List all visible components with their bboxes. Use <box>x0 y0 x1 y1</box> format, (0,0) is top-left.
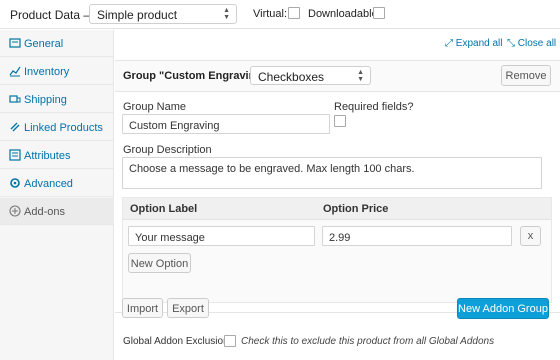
close-all-label: Close all <box>517 38 557 49</box>
product-data-title: Product Data — <box>10 8 96 22</box>
sidebar-item-linked-products[interactable]: Linked Products <box>0 114 114 141</box>
addons-panel: ⤢ Expand all ⤡ Close all Group "Custom E… <box>115 30 560 360</box>
sidebar-item-label: Shipping <box>24 94 67 106</box>
sidebar-item-attributes[interactable]: Attributes <box>0 142 114 169</box>
group-type-select[interactable]: Checkboxes ▲ ▼ <box>250 66 371 85</box>
inventory-icon <box>9 65 21 77</box>
sidebar-item-label: Add-ons <box>24 206 65 218</box>
expand-icon: ⤢ <box>445 38 453 49</box>
group-name-label: Group Name <box>123 101 186 113</box>
option-price-header: Option Price <box>323 203 389 215</box>
downloadable-checkbox[interactable] <box>373 7 385 19</box>
import-label: Import <box>126 303 159 315</box>
wrench-icon <box>9 37 21 49</box>
group-description-textarea[interactable]: Choose a message to be engraved. Max len… <box>122 157 542 189</box>
product-data-header: Product Data — Simple product ▲ ▼ Virtual… <box>0 0 560 29</box>
sidebar-item-inventory[interactable]: Inventory <box>0 58 114 85</box>
group-description-value: Choose a message to be engraved. Max len… <box>129 163 415 175</box>
group-name-input[interactable]: Custom Engraving <box>122 114 330 134</box>
group-type-value: Checkboxes <box>258 70 325 84</box>
new-option-button[interactable]: New Option <box>128 253 191 273</box>
addon-group-header[interactable]: Group "Custom Engraving" — Checkboxes ▲ ▼… <box>115 61 560 92</box>
sidebar-item-label: Inventory <box>24 66 70 78</box>
options-table-header: Option Label Option Price <box>123 198 551 220</box>
expand-all-link[interactable]: ⤢ Expand all <box>445 38 502 49</box>
options-table: Option Label Option Price Your message 2… <box>122 197 552 303</box>
required-fields-label: Required fields? <box>334 101 414 113</box>
option-label-header: Option Label <box>130 203 198 215</box>
required-fields-checkbox[interactable] <box>334 115 346 127</box>
truck-icon <box>9 93 21 105</box>
list-icon <box>9 149 21 161</box>
close-all-link[interactable]: ⤡ Close all <box>507 38 556 49</box>
new-option-label: New Option <box>130 258 189 270</box>
option-label-input[interactable]: Your message <box>128 226 315 246</box>
sidebar-item-label: General <box>24 38 64 50</box>
gear-icon <box>9 177 21 189</box>
sidebar-item-shipping[interactable]: Shipping <box>0 86 114 113</box>
plus-circle-icon <box>9 205 21 217</box>
product-type-select[interactable]: Simple product ▲ ▼ <box>89 4 237 24</box>
export-label: Export <box>172 303 204 315</box>
sidebar-item-label: Advanced <box>24 178 73 190</box>
remove-group-label: Remove <box>505 70 547 82</box>
sidebar-item-label: Linked Products <box>24 122 103 134</box>
expand-controls: ⤢ Expand all ⤡ Close all <box>115 30 560 54</box>
new-addon-group-button[interactable]: New Addon Group <box>457 298 549 319</box>
link-icon <box>9 121 21 133</box>
expand-all-label: Expand all <box>455 38 503 49</box>
product-data-tabs: General Inventory Shipping Linked Produc… <box>0 30 114 360</box>
global-exclusion-label: Global Addon Exclusion <box>123 336 229 347</box>
global-exclusion-hint: Check this to exclude this product from … <box>241 336 495 347</box>
option-label-value: Your message <box>135 232 205 244</box>
select-arrows-icon: ▲ ▼ <box>357 69 364 83</box>
new-addon-group-label: New Addon Group <box>458 303 548 315</box>
remove-option-button[interactable]: x <box>520 226 541 246</box>
option-price-value: 2.99 <box>329 232 351 244</box>
downloadable-label: Downloadable: <box>308 8 381 20</box>
option-price-input[interactable]: 2.99 <box>322 226 512 246</box>
sidebar-item-advanced[interactable]: Advanced <box>0 170 114 197</box>
sidebar-item-label: Attributes <box>24 150 71 162</box>
sidebar-item-general[interactable]: General <box>0 30 114 57</box>
group-name-value: Custom Engraving <box>129 120 220 132</box>
sidebar-item-add-ons[interactable]: Add-ons <box>0 198 114 225</box>
virtual-label: Virtual: <box>253 8 288 20</box>
collapse-icon: ⤡ <box>507 38 515 49</box>
virtual-checkbox[interactable] <box>288 7 300 19</box>
remove-group-button[interactable]: Remove <box>501 65 551 86</box>
remove-option-label: x <box>527 230 534 242</box>
addon-group: Group "Custom Engraving" — Checkboxes ▲ ▼… <box>115 60 560 313</box>
group-description-label: Group Description <box>123 144 212 156</box>
select-arrows-icon: ▲ ▼ <box>223 7 230 21</box>
import-button[interactable]: Import <box>122 298 163 318</box>
global-exclusion-checkbox[interactable] <box>224 335 236 347</box>
product-type-value: Simple product <box>97 8 178 22</box>
export-button[interactable]: Export <box>167 298 209 318</box>
